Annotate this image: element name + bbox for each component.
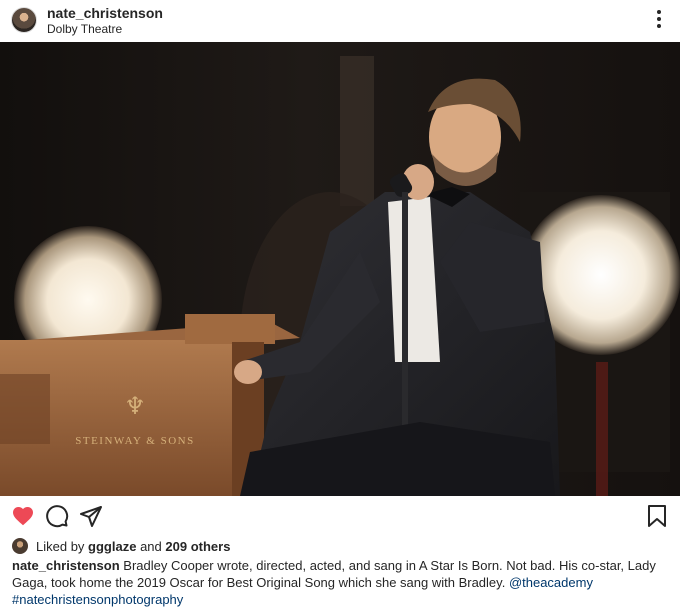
svg-text:♆: ♆ xyxy=(124,394,146,420)
likes-text: Liked by ggglaze and 209 others xyxy=(36,539,230,554)
post-location[interactable]: Dolby Theatre xyxy=(47,22,122,36)
post-header: nate_christenson Dolby Theatre xyxy=(0,0,680,42)
more-options-icon[interactable] xyxy=(650,10,668,32)
send-icon[interactable] xyxy=(79,504,103,528)
piano-brand-label: STEINWAY & SONS xyxy=(75,435,194,447)
avatar[interactable] xyxy=(11,7,37,33)
action-bar xyxy=(0,496,680,536)
post-caption: nate_christenson Bradley Cooper wrote, d… xyxy=(12,557,672,608)
post-username[interactable]: nate_christenson xyxy=(47,5,163,21)
liker-avatar[interactable] xyxy=(12,538,28,554)
liker-username[interactable]: ggglaze xyxy=(88,539,136,554)
caption-mention[interactable]: @theacademy xyxy=(509,575,593,590)
caption-hashtag[interactable]: #natechristensonphotography xyxy=(12,592,183,607)
bookmark-icon[interactable] xyxy=(645,504,669,528)
post-photo[interactable]: ♆ STEINWAY & SONS xyxy=(0,42,680,496)
comment-icon[interactable] xyxy=(45,504,69,528)
likes-others-link[interactable]: 209 others xyxy=(165,539,230,554)
caption-username[interactable]: nate_christenson xyxy=(12,558,120,573)
likes-connector: and xyxy=(140,539,162,554)
likes-prefix: Liked by xyxy=(36,539,85,554)
heart-filled-icon[interactable] xyxy=(11,504,35,528)
